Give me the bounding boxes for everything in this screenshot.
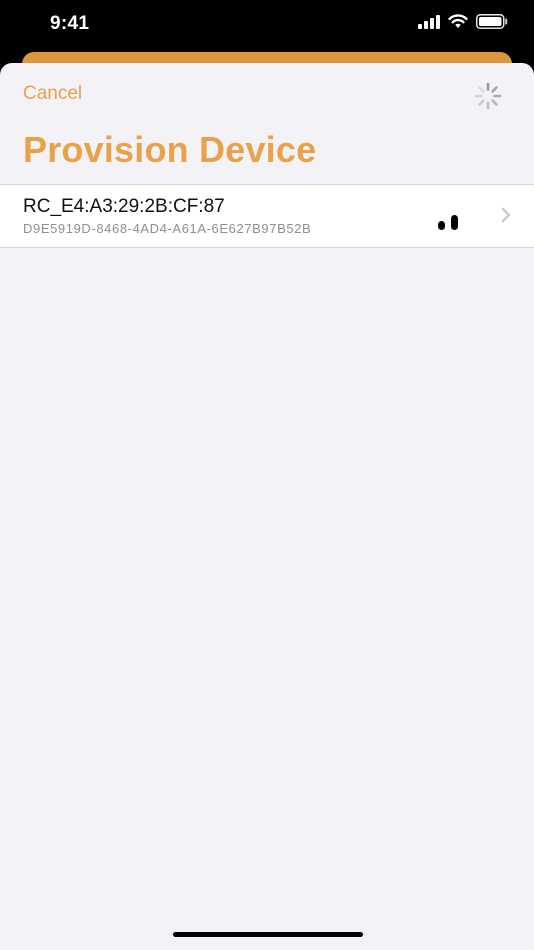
home-indicator [173,932,363,937]
wifi-icon [448,14,468,28]
cancel-button[interactable]: Cancel [23,83,82,105]
battery-icon [476,14,508,29]
chevron-right-icon [501,207,511,223]
device-list-row[interactable]: RC_E4:A3:29:2B:CF:87 D9E5919D-8468-4AD4-… [0,184,534,248]
cellular-signal-icon [418,14,440,29]
status-icons [418,14,508,29]
device-name: RC_E4:A3:29:2B:CF:87 [23,196,225,217]
spinner-icon [474,82,502,110]
status-bar: 9:41 [0,0,534,52]
status-time: 9:41 [50,13,90,34]
signal-strength-icon [438,215,458,230]
page-title: Provision Device [23,129,317,170]
modal-sheet: Cancel Provision Device RC_E4:A3:29:2B:C… [0,63,534,950]
device-uuid: D9E5919D-8468-4AD4-A61A-6E627B97B52B [23,221,312,236]
